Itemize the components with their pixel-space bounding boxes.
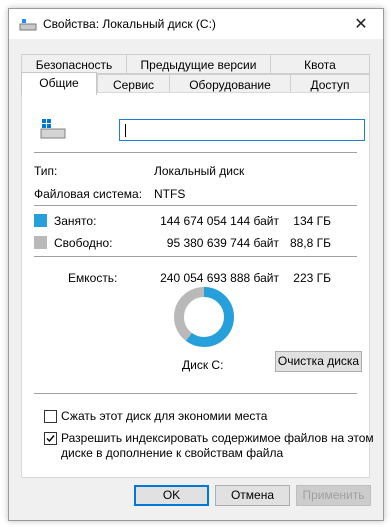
capacity-label: Емкость: [68,271,118,285]
disk-cleanup-button[interactable]: Очистка диска [275,351,362,372]
used-color-swatch [34,214,47,227]
index-label-line2: диске в дополнение к свойствам файла [61,446,284,460]
window-title: Свойства: Локальный диск (C:) [43,17,216,31]
index-label-line1: Разрешить индексировать содержимое файло… [61,431,374,445]
fs-value: NTFS [154,187,186,201]
type-label: Тип: [34,164,58,178]
free-bytes: 95 380 639 744 байт [166,236,279,250]
tab-sharing[interactable]: Доступ [290,74,370,94]
title-bar: Свойства: Локальный диск (C:) ✕ [9,9,383,39]
divider [34,393,357,394]
fs-label: Файловая система: [34,187,143,201]
capacity-size: 223 ГБ [293,271,331,285]
properties-window: Свойства: Локальный диск (C:) ✕ Безопасн… [8,8,384,521]
free-color-swatch [34,236,47,249]
tab-general[interactable]: Общие [21,72,97,95]
compress-checkbox[interactable] [44,410,57,423]
general-panel: Тип: Локальный диск Файловая система: NT… [21,92,374,478]
ok-button[interactable]: OK [134,485,209,506]
tab-quota[interactable]: Квота [270,54,370,74]
apply-button[interactable]: Применить [296,485,371,506]
divider [34,205,357,206]
drive-name-input[interactable] [119,119,365,141]
used-size: 134 ГБ [293,214,331,228]
text-caret [125,124,126,137]
used-label: Занято: [54,214,97,228]
divider [34,256,357,257]
divider [34,152,357,153]
used-bytes: 144 674 054 144 байт [160,214,279,228]
free-size: 88,8 ГБ [289,236,331,250]
tab-security[interactable]: Безопасность [21,54,127,74]
tab-previous-versions[interactable]: Предыдущие версии [126,54,271,74]
tab-hardware[interactable]: Оборудование [169,74,291,94]
capacity-bytes: 240 054 693 888 байт [160,271,279,285]
disk-label: Диск C: [182,358,224,372]
usage-donut-chart [174,287,234,347]
compress-label: Сжать этот диск для экономии места [61,409,268,423]
free-label: Свободно: [54,236,113,250]
tab-service[interactable]: Сервис [97,74,170,94]
index-checkbox[interactable] [44,432,57,445]
drive-icon [19,19,37,31]
close-icon: ✕ [354,16,368,33]
close-button[interactable]: ✕ [339,9,383,39]
cancel-button[interactable]: Отмена [215,485,290,506]
type-value: Локальный диск [154,164,245,178]
checkmark-icon [46,435,55,443]
drive-large-icon [40,119,66,139]
